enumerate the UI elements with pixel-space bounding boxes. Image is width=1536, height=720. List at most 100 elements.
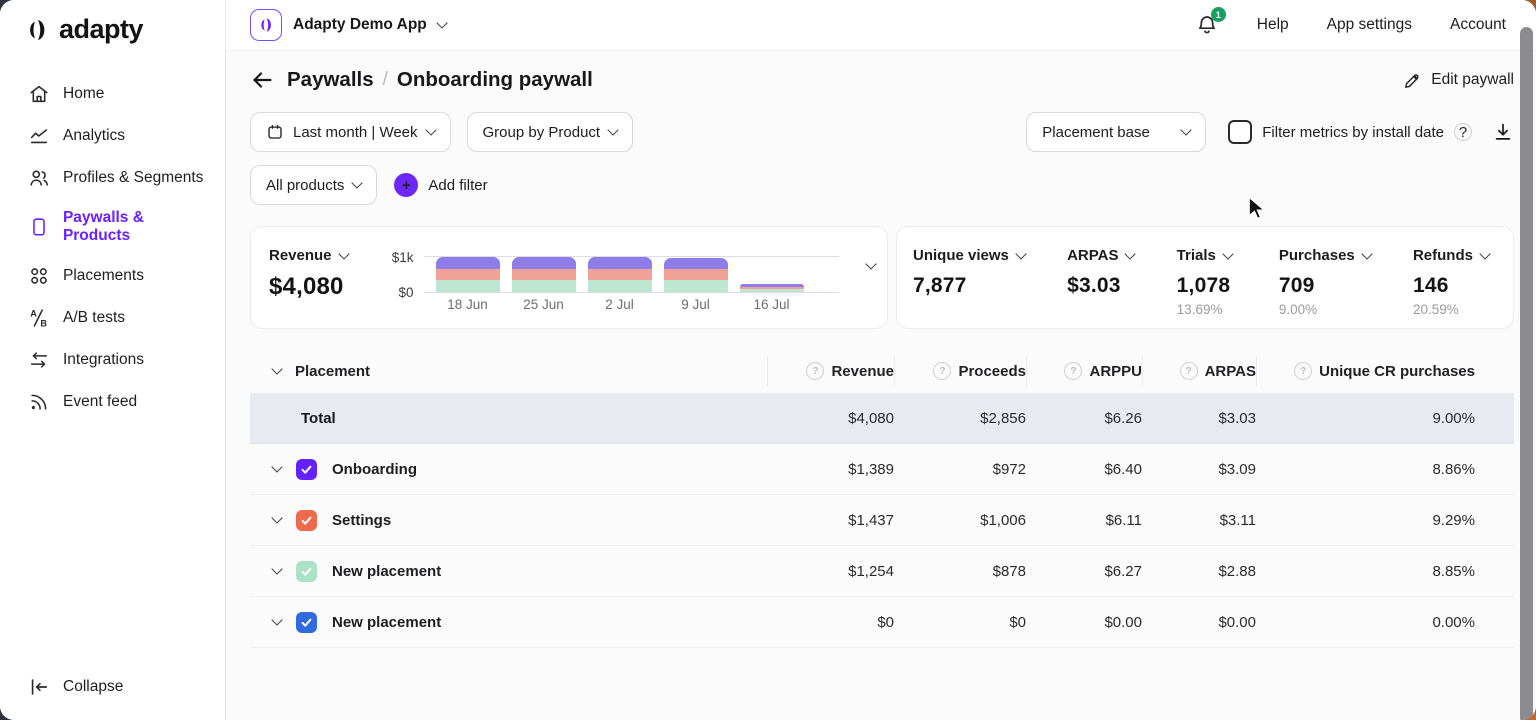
- breadcrumb-paywalls[interactable]: Paywalls: [287, 68, 374, 92]
- cell-value: $1,437: [767, 512, 894, 529]
- app-settings-link[interactable]: App settings: [1327, 16, 1412, 34]
- placements-icon: [28, 265, 50, 287]
- table-body: Onboarding$1,389$972$6.40$3.098.86% Sett…: [250, 444, 1514, 648]
- bar-segment-product-a: [588, 280, 652, 292]
- chart-x-labels: 18 Jun25 Jun2 Jul9 Jul16 Jul: [436, 297, 804, 312]
- notifications-button[interactable]: 1: [1195, 13, 1219, 37]
- sidebar-item-a-b-tests[interactable]: AB A/B tests: [0, 297, 225, 339]
- chevron-down-icon: [352, 177, 363, 188]
- total-value: $2,856: [894, 410, 1026, 427]
- column-unique-cr-purchases: ? Unique CR purchases: [1256, 356, 1514, 386]
- y-tick-top: $1k: [374, 250, 414, 265]
- column-revenue: ? Revenue: [767, 356, 894, 386]
- metric-dropdown[interactable]: Refunds: [1413, 247, 1489, 264]
- cell-value: $6.11: [1026, 512, 1142, 529]
- metric-value: 709: [1279, 274, 1371, 298]
- cell-value: $0: [767, 614, 894, 631]
- date-range-label: Last month | Week: [293, 124, 418, 141]
- sidebar-item-integrations[interactable]: Integrations: [0, 339, 225, 381]
- vertical-scrollbar[interactable]: [1520, 27, 1533, 720]
- row-expand-icon[interactable]: [271, 563, 282, 574]
- add-filter-label: Add filter: [428, 177, 487, 194]
- date-range-dropdown[interactable]: Last month | Week: [250, 112, 451, 152]
- row-checkbox[interactable]: [296, 612, 317, 633]
- chart-collapse-toggle[interactable]: [867, 255, 875, 273]
- row-expand-icon[interactable]: [271, 512, 282, 523]
- chevron-down-icon: [1125, 248, 1136, 259]
- paywalls-icon: [28, 216, 50, 238]
- help-link[interactable]: Help: [1257, 16, 1289, 34]
- metric-dropdown[interactable]: Trials: [1177, 247, 1237, 264]
- placement-base-dropdown[interactable]: Placement base: [1026, 112, 1206, 152]
- back-arrow-icon[interactable]: [250, 68, 274, 92]
- chevron-down-icon: [1181, 124, 1192, 135]
- chevron-down-icon: [338, 248, 349, 259]
- collapse-all-icon[interactable]: [271, 363, 282, 374]
- x-tick-label: 9 Jul: [664, 297, 728, 312]
- row-expand-icon[interactable]: [271, 461, 282, 472]
- home-icon: [28, 83, 50, 105]
- row-checkbox[interactable]: [296, 510, 317, 531]
- add-filter-button[interactable]: + Add filter: [394, 173, 487, 197]
- metric-sub-value: 9.00%: [1279, 302, 1371, 317]
- app-name: Adapty Demo App: [293, 16, 427, 34]
- row-expand-icon[interactable]: [271, 614, 282, 625]
- metric-label: ARPAS: [1067, 247, 1118, 264]
- install-date-filter[interactable]: Filter metrics by install date ?: [1228, 120, 1472, 144]
- sidebar-item-label: Profiles & Segments: [63, 169, 203, 187]
- cell-value: $1,389: [767, 461, 894, 478]
- metric-dropdown[interactable]: ARPAS: [1067, 247, 1134, 264]
- chevron-down-icon: [425, 124, 436, 135]
- sidebar-item-label: Analytics: [63, 127, 125, 145]
- bar-25-jun: [512, 257, 576, 292]
- cell-value: 8.85%: [1256, 563, 1514, 580]
- cell-value: $3.11: [1142, 512, 1256, 529]
- download-icon[interactable]: [1492, 121, 1514, 143]
- bar-segment-product-a: [740, 289, 804, 292]
- help-circle-icon: ?: [933, 362, 951, 380]
- install-date-label: Filter metrics by install date: [1262, 124, 1444, 141]
- integrations-icon: [28, 349, 50, 371]
- cell-value: $2.88: [1142, 563, 1256, 580]
- account-link[interactable]: Account: [1450, 16, 1506, 34]
- total-value: $3.03: [1142, 410, 1256, 427]
- install-date-checkbox[interactable]: [1228, 120, 1252, 144]
- sidebar-item-event-feed[interactable]: Event feed: [0, 381, 225, 423]
- row-checkbox[interactable]: [296, 459, 317, 480]
- sidebar-item-home[interactable]: Home: [0, 73, 225, 115]
- plus-icon: +: [394, 173, 418, 197]
- help-circle-icon: ?: [1180, 362, 1198, 380]
- metric-unique-views: Unique views 7,877: [913, 247, 1025, 328]
- column-label: Unique CR purchases: [1319, 363, 1475, 380]
- metric-dropdown[interactable]: Unique views: [913, 247, 1025, 264]
- metrics-summary-card: Unique views 7,877 ARPAS $3.03 Trials: [896, 226, 1514, 329]
- chevron-down-icon: [607, 124, 618, 135]
- total-value: $6.26: [1026, 410, 1142, 427]
- metric-dropdown[interactable]: Purchases: [1279, 247, 1371, 264]
- table-row: Onboarding$1,389$972$6.40$3.098.86%: [250, 444, 1514, 495]
- metric-label: Refunds: [1413, 247, 1473, 264]
- row-checkbox[interactable]: [296, 561, 317, 582]
- sidebar-item-profiles-segments[interactable]: Profiles & Segments: [0, 157, 225, 199]
- chevron-down-icon: [1015, 248, 1026, 259]
- edit-paywall-button[interactable]: Edit paywall: [1403, 71, 1514, 90]
- placement-name: New placement: [332, 614, 441, 631]
- pencil-icon: [1403, 71, 1422, 90]
- sidebar: adapty Home Analytics Profiles & Segment…: [0, 0, 226, 720]
- bar-segment-product-a: [664, 280, 728, 292]
- metric-value: 7,877: [913, 274, 1025, 298]
- column-label: Revenue: [831, 363, 894, 380]
- chart-metric-dropdown[interactable]: Revenue: [269, 247, 348, 264]
- group-by-dropdown[interactable]: Group by Product: [467, 112, 634, 152]
- products-dropdown[interactable]: All products: [250, 165, 377, 205]
- sidebar-item-analytics[interactable]: Analytics: [0, 115, 225, 157]
- sidebar-item-placements[interactable]: Placements: [0, 255, 225, 297]
- sidebar-collapse-button[interactable]: Collapse: [28, 676, 123, 698]
- chevron-down-icon: [1361, 248, 1372, 259]
- app-selector[interactable]: Adapty Demo App: [250, 9, 446, 41]
- calendar-icon: [266, 123, 284, 141]
- table-row: New placement$0$0$0.00$0.000.00%: [250, 597, 1514, 648]
- topbar: Adapty Demo App 1 Help App settings Acco…: [226, 0, 1536, 51]
- sidebar-item-paywalls-products[interactable]: Paywalls & Products: [0, 199, 225, 255]
- sidebar-nav: Home Analytics Profiles & Segments Paywa…: [0, 73, 225, 423]
